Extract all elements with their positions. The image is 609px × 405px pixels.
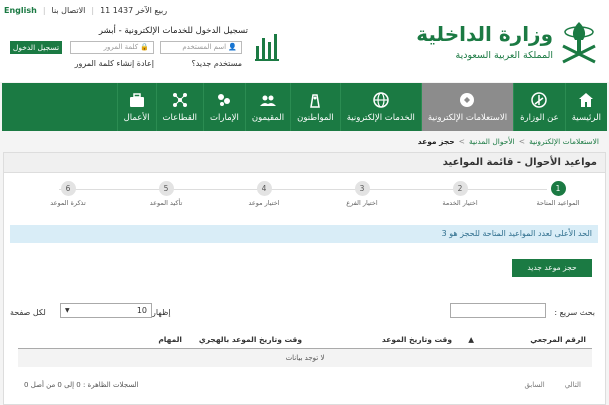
empty-table-row: لا توجد بيانات xyxy=(18,349,592,367)
sort-icon[interactable]: ▲ xyxy=(468,335,474,344)
emirates-icon xyxy=(218,94,231,106)
username-input[interactable]: 👤 اسم المستخدم xyxy=(160,41,242,54)
previous-page-button[interactable]: السابق xyxy=(524,381,544,389)
quick-search-input[interactable] xyxy=(450,303,546,318)
password-input[interactable]: 🔒 كلمة المرور xyxy=(70,41,154,54)
wizard-step: 2 اختيار الخدمة xyxy=(425,181,495,207)
nav-item-2[interactable]: عن الوزارة xyxy=(513,83,565,131)
absher-logo-icon xyxy=(255,34,279,61)
appointments-panel: مواعيد الأحوال - قائمة المواعيد 1 المواعي… xyxy=(3,152,606,405)
username-placeholder: اسم المستخدم xyxy=(182,43,227,51)
column-header-tasks[interactable]: المهام xyxy=(158,335,182,344)
breadcrumb-item[interactable]: الأحوال المدنية xyxy=(469,137,515,146)
step-label: تأكيد الموعد xyxy=(149,199,183,207)
sectors-icon xyxy=(172,93,187,107)
contact-link[interactable]: الاتصال بنا xyxy=(52,6,86,15)
dropdown-arrow-icon: ▼ xyxy=(65,307,70,314)
nav-item-4[interactable]: الخدمات الإلكترونية xyxy=(339,83,421,131)
step-label: اختيار الخدمة xyxy=(442,199,478,207)
nav-item-7[interactable]: الإمارات xyxy=(203,83,245,131)
nav-item-1[interactable]: الرئيسية xyxy=(564,83,607,131)
wizard-step: 4 اختيار موعد xyxy=(229,181,299,207)
language-link[interactable]: English xyxy=(4,6,37,15)
globe-icon xyxy=(373,92,389,108)
column-header-reference[interactable]: الرقم المرجعي xyxy=(530,335,586,344)
password-placeholder: كلمة المرور xyxy=(103,43,139,51)
nav-item-label: الأعمال xyxy=(123,113,150,123)
per-page-label: لكل صفحة xyxy=(10,308,46,317)
nav-item-6[interactable]: المقيمون xyxy=(244,83,290,131)
breadcrumb-item[interactable]: الاستعلامات الإلكترونية xyxy=(529,137,599,146)
login-box: تسجيل الدخول للخدمات الإلكترونية - أبشر … xyxy=(6,24,286,74)
nav-item-label: المقيمون xyxy=(251,113,285,123)
column-header-datetime[interactable]: وقت وتاريخ الموعد xyxy=(382,335,452,344)
step-number: 1 xyxy=(550,181,566,196)
site-header: English | الاتصال بنا | 11 ربيع الآخر 14… xyxy=(0,0,609,82)
inquiry-icon xyxy=(460,93,475,107)
breadcrumb-separator: < xyxy=(458,137,465,146)
separator: | xyxy=(91,6,95,15)
nav-item-label: الإمارات xyxy=(210,113,239,123)
records-info: السجلات الظاهرة : 0 إلى 0 من أصل 0 xyxy=(24,381,139,389)
nav-item-5[interactable]: المواطنون xyxy=(290,83,340,131)
step-label: اختيار موعد xyxy=(248,199,280,207)
login-title: تسجيل الدخول للخدمات الإلكترونية - أبشر xyxy=(98,26,248,36)
step-label: تذكرة الموعد xyxy=(50,199,86,207)
nav-item-label: المواطنون xyxy=(297,113,334,123)
briefcase-icon xyxy=(129,93,144,107)
appointments-table: الرقم المرجعي ▲ وقت وتاريخ الموعد وقت وت… xyxy=(18,329,592,367)
per-page-select[interactable]: ▼ 10 xyxy=(60,303,152,318)
step-number: 5 xyxy=(158,181,174,196)
step-number: 2 xyxy=(452,181,468,196)
reset-password-link[interactable]: إعادة إنشاء كلمة المرور xyxy=(75,59,154,68)
new-user-link[interactable]: مستخدم جديد؟ xyxy=(191,59,242,68)
wizard-steps: 1 المواعيد المتاحة 2 اختيار الخدمة 3 اختيار ا… xyxy=(4,173,605,227)
home-icon xyxy=(579,93,594,107)
hijri-date: 11 ربيع الآخر 1437 xyxy=(100,6,168,15)
login-button[interactable]: تسجيل الدخول xyxy=(10,41,62,54)
nav-item-label: عن الوزارة xyxy=(520,113,559,123)
breadcrumb-separator: < xyxy=(518,137,526,146)
ministry-emblem-icon xyxy=(531,92,548,108)
search-label: بحث سريع : xyxy=(554,308,595,317)
nav-item-9[interactable]: الأعمال xyxy=(116,83,156,131)
main-nav: الرئيسية عن الوزارة الاستعلامات الإلكتروني… xyxy=(2,83,607,131)
nav-item-label: الخدمات الإلكترونية xyxy=(346,113,415,123)
wizard-step: 5 تأكيد الموعد xyxy=(131,181,201,207)
breadcrumb-current: حجز موعد xyxy=(417,137,455,146)
per-page-value: 10 xyxy=(136,306,147,315)
utility-bar: English | الاتصال بنا | 11 ربيع الآخر 14… xyxy=(4,6,167,15)
wizard-step: 1 المواعيد المتاحة xyxy=(523,181,593,207)
panel-title: مواعيد الأحوال - قائمة المواعيد xyxy=(4,153,605,173)
nav-item-label: القطاعات xyxy=(162,113,198,123)
step-number: 6 xyxy=(60,181,76,196)
wizard-step: 3 اختيار الفرع xyxy=(327,181,397,207)
nav-item-8[interactable]: القطاعات xyxy=(155,83,203,131)
show-label: إظهار xyxy=(152,308,171,317)
nav-item-label: الرئيسية xyxy=(571,113,601,123)
breadcrumb: الاستعلامات الإلكترونية < الأحوال المدني… xyxy=(418,137,599,146)
wizard-step: 6 تذكرة الموعد xyxy=(33,181,103,207)
saudi-emblem-icon xyxy=(562,22,596,64)
next-page-button[interactable]: التالي xyxy=(565,381,581,389)
nav-item-3[interactable]: الاستعلامات الإلكترونية xyxy=(420,83,514,131)
table-header: الرقم المرجعي ▲ وقت وتاريخ الموعد وقت وت… xyxy=(18,329,592,349)
ministry-subtitle: المملكة العربية السعودية xyxy=(455,50,553,61)
nav-item-label: الاستعلامات الإلكترونية xyxy=(427,113,508,123)
step-number: 4 xyxy=(256,181,272,196)
step-label: المواعيد المتاحة xyxy=(536,199,580,207)
residents-icon xyxy=(260,95,276,106)
column-header-hijri[interactable]: وقت وتاريخ الموعد بالهجري xyxy=(199,335,302,344)
ministry-brand[interactable]: وزارة الداخلية المملكة العربية السعودية xyxy=(416,18,601,70)
new-booking-button[interactable]: حجز موعد جديد xyxy=(512,259,592,277)
citizen-icon xyxy=(310,94,321,108)
step-label: اختيار الفرع xyxy=(346,199,378,207)
ministry-title: وزارة الداخلية xyxy=(416,22,553,46)
pager: السابق التالي xyxy=(524,381,581,389)
limit-alert: الحد الأعلى لعدد المواعيد المتاحة للحجز … xyxy=(10,225,598,243)
separator: | xyxy=(42,6,46,15)
step-number: 3 xyxy=(354,181,370,196)
